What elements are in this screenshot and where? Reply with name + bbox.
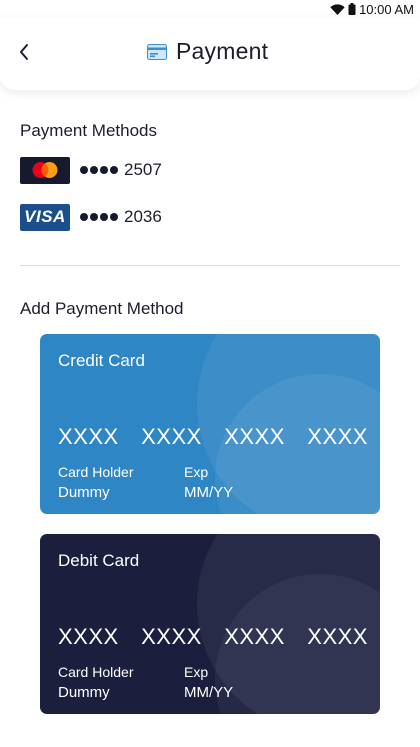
card-holder-value: Dummy — [58, 484, 110, 501]
card-number-group: XXXX — [224, 424, 285, 449]
card-type-label: Debit Card — [58, 551, 140, 570]
payment-method-mastercard[interactable]: 2507 — [20, 156, 162, 184]
app-header: Payment — [0, 18, 420, 90]
expiry-value: MM/YY — [184, 684, 234, 701]
masked-dots — [80, 213, 118, 221]
masked-card-number: 2507 — [80, 160, 162, 180]
card-holder-label: Card Holder — [58, 664, 134, 680]
card-number-group: XXXX — [141, 624, 202, 649]
card-last4: 2036 — [124, 207, 162, 226]
credit-card-icon — [147, 43, 167, 60]
card-number-group: XXXX — [141, 424, 202, 449]
card-number-group: XXXX — [307, 624, 368, 649]
expiry-value: MM/YY — [184, 484, 234, 501]
masked-card-number: 2036 — [80, 207, 162, 227]
status-time: 10:00 AM — [359, 1, 414, 17]
expiry-label: Exp — [184, 664, 209, 680]
card-number-group: XXXX — [224, 624, 285, 649]
page-title: Payment — [147, 38, 268, 65]
card-number-group: XXXX — [307, 424, 368, 449]
page-title-text: Payment — [176, 38, 269, 64]
card-number-group: XXXX — [58, 424, 119, 449]
chevron-left-icon — [20, 44, 28, 60]
payment-method-visa[interactable]: VISA 2036 — [20, 203, 162, 231]
add-payment-method-heading: Add Payment Method — [20, 299, 184, 318]
mastercard-icon — [20, 156, 70, 184]
back-button[interactable] — [12, 40, 36, 64]
divider — [20, 265, 400, 266]
wifi-icon — [330, 3, 345, 15]
credit-card-option[interactable]: Credit Card XXXX XXXX XXXX XXXX Card Hol… — [40, 334, 380, 514]
card-type-label: Credit Card — [58, 351, 145, 370]
card-number-group: XXXX — [58, 624, 119, 649]
card-holder-label: Card Holder — [58, 464, 134, 480]
visa-icon: VISA — [20, 203, 70, 231]
status-bar: 10:00 AM — [0, 0, 420, 18]
battery-icon — [348, 3, 356, 15]
expiry-label: Exp — [184, 464, 209, 480]
payment-methods-heading: Payment Methods — [20, 121, 158, 140]
debit-card-option[interactable]: Debit Card XXXX XXXX XXXX XXXX Card Hold… — [40, 534, 380, 714]
card-number: XXXX XXXX XXXX XXXX — [58, 624, 368, 650]
visa-logo-text: VISA — [24, 207, 66, 226]
masked-dots — [80, 166, 118, 174]
card-number: XXXX XXXX XXXX XXXX — [58, 424, 368, 450]
card-last4: 2507 — [124, 160, 162, 179]
card-holder-value: Dummy — [58, 684, 110, 701]
